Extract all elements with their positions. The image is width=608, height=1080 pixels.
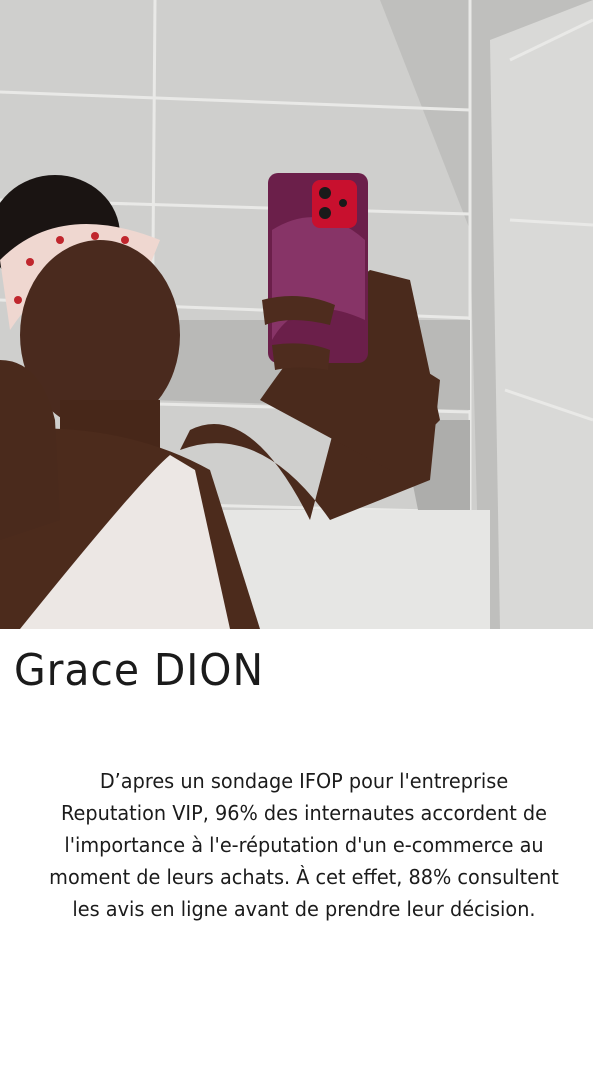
profile-description: D’apres un sondage IFOP pour l'entrepris… bbox=[49, 769, 559, 921]
mirror-selfie-illustration bbox=[0, 0, 593, 629]
profile-name: Grace DION bbox=[14, 645, 264, 696]
profile-photo bbox=[0, 0, 593, 629]
